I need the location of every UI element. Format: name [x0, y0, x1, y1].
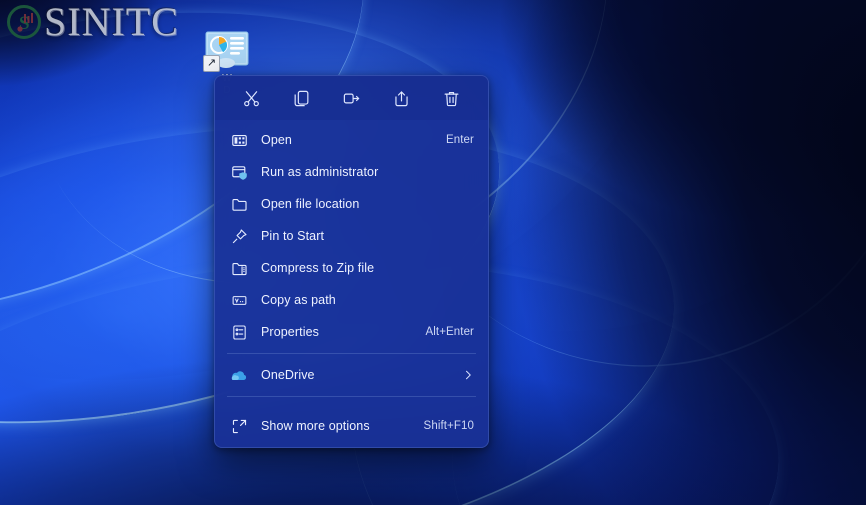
menu-item-label: Compress to Zip file — [261, 261, 375, 275]
windows-defender-app-icon[interactable]: ↗ — [203, 30, 249, 72]
cut-button[interactable] — [227, 82, 277, 114]
shortcut-arrow-icon: ↗ — [203, 55, 220, 72]
copy-button[interactable] — [277, 82, 327, 114]
open-app-icon — [229, 130, 249, 150]
menu-separator-1 — [227, 353, 476, 354]
context-menu-items[interactable]: Open Enter Run as administrator Open fil… — [215, 120, 488, 407]
share-icon — [392, 89, 411, 108]
menu-item-copy-as-path[interactable]: Copy as path — [220, 284, 483, 316]
pin-icon — [229, 226, 249, 246]
desktop[interactable]: S SINITC ↗ Open Enter Run as administrat… — [0, 0, 866, 505]
menu-item-label: Pin to Start — [261, 229, 325, 243]
menu-item-open-file-location[interactable]: Open file location — [220, 188, 483, 220]
menu-item-open[interactable]: Open Enter — [220, 124, 483, 156]
shield-window-icon — [229, 162, 249, 182]
copy-icon — [292, 89, 311, 108]
sinitc-logo-icon: S — [6, 4, 42, 40]
menu-item-properties[interactable]: Properties Alt+Enter — [220, 316, 483, 348]
zip-folder-icon — [229, 258, 249, 278]
menu-item-label: Open — [261, 133, 292, 147]
menu-item-accel: Enter — [446, 134, 474, 146]
menu-item-run-as-administrator[interactable]: Run as administrator — [220, 156, 483, 188]
folder-icon — [229, 194, 249, 214]
watermark: S SINITC — [6, 2, 179, 42]
copy-path-icon — [229, 290, 249, 310]
menu-item-label: Run as administrator — [261, 165, 379, 179]
context-menu-footer[interactable]: Show more options Shift+F10 — [215, 407, 488, 447]
menu-item-label: Open file location — [261, 197, 360, 211]
context-menu-toolbar[interactable] — [215, 76, 488, 120]
menu-item-label: Copy as path — [261, 293, 336, 307]
show-more-options-icon — [229, 416, 249, 436]
menu-separator-2 — [227, 396, 476, 397]
menu-item-accel: Shift+F10 — [423, 420, 474, 432]
properties-icon — [229, 322, 249, 342]
rename-icon — [342, 89, 361, 108]
rename-button[interactable] — [327, 82, 377, 114]
menu-item-onedrive[interactable]: OneDrive — [220, 359, 483, 391]
scissors-icon — [242, 89, 261, 108]
watermark-text: SINITC — [44, 0, 179, 44]
delete-button[interactable] — [426, 82, 476, 114]
menu-item-label: Properties — [261, 325, 319, 339]
context-menu[interactable]: Open Enter Run as administrator Open fil… — [214, 75, 489, 448]
menu-item-accel: Alt+Enter — [425, 326, 474, 338]
menu-item-show-more-options[interactable]: Show more options Shift+F10 — [220, 410, 483, 442]
menu-item-label: Show more options — [261, 419, 370, 433]
trash-icon — [442, 89, 461, 108]
onedrive-cloud-icon — [229, 365, 249, 385]
chevron-right-icon — [460, 369, 474, 381]
share-button[interactable] — [376, 82, 426, 114]
menu-item-label: OneDrive — [261, 368, 315, 382]
menu-item-compress-to-zip[interactable]: Compress to Zip file — [220, 252, 483, 284]
menu-item-pin-to-start[interactable]: Pin to Start — [220, 220, 483, 252]
